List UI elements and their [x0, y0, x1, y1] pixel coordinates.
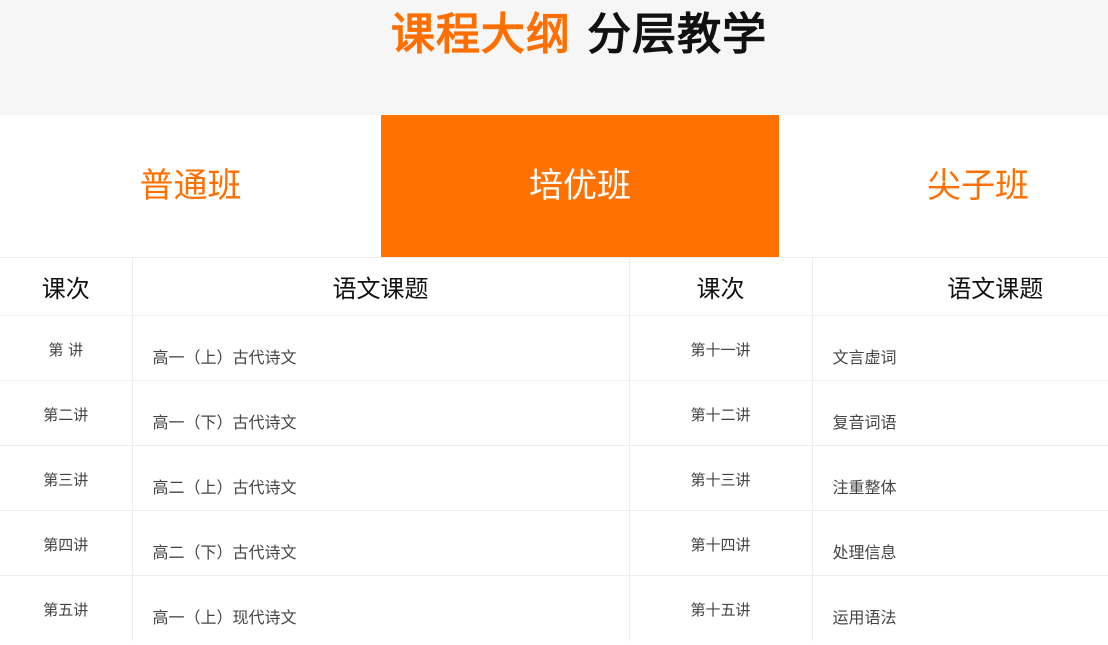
lesson-number: 第十五讲: [629, 575, 813, 641]
header-lesson: 课次: [0, 257, 133, 316]
lesson-topic: 注重整体: [812, 445, 1108, 511]
lesson-topic: 复音词语: [812, 380, 1108, 446]
tab-advanced[interactable]: 培优班: [381, 115, 779, 257]
course-table-container: 课次 语文课题 课次 语文课题 第 讲 高一（上）古代诗文 第十一讲 文言虚词 …: [0, 257, 1108, 645]
title-rest: 分层教学: [587, 9, 768, 60]
page-header: 课程大纲 分层教学: [0, 0, 1108, 115]
table-row: 第四讲 高二（下）古代诗文 第十四讲 处理信息: [0, 510, 1108, 576]
header-topic: 语文课题: [132, 257, 630, 316]
lesson-topic: 高二（上）古代诗文: [132, 445, 630, 511]
lesson-topic: 处理信息: [812, 510, 1108, 576]
lesson-number: 第十二讲: [629, 380, 813, 446]
lesson-number: 第 讲: [0, 315, 133, 381]
lesson-number: 第十一讲: [629, 315, 813, 381]
table-row: 第三讲 高二（上）古代诗文 第十三讲 注重整体: [0, 445, 1108, 511]
lesson-number: 第五讲: [0, 575, 133, 641]
page-title: 课程大纲 分层教学: [0, 6, 1108, 64]
lesson-number: 第二讲: [0, 380, 133, 446]
lesson-number: 第十四讲: [629, 510, 813, 576]
lesson-topic: 高一（上）古代诗文: [132, 315, 630, 381]
course-outline-table: 课次 语文课题 课次 语文课题 第 讲 高一（上）古代诗文 第十一讲 文言虚词 …: [0, 257, 1108, 641]
header-topic: 语文课题: [812, 257, 1108, 316]
class-level-tabs: 普通班 培优班 尖子班: [0, 115, 1108, 257]
title-accent: 课程大纲: [390, 9, 571, 60]
lesson-number: 第四讲: [0, 510, 133, 576]
table-header-row: 课次 语文课题 课次 语文课题: [0, 257, 1108, 316]
lesson-number: 第十三讲: [629, 445, 813, 511]
table-row: 第二讲 高一（下）古代诗文 第十二讲 复音词语: [0, 380, 1108, 446]
lesson-topic: 高一（下）古代诗文: [132, 380, 630, 446]
table-row: 第 讲 高一（上）古代诗文 第十一讲 文言虚词: [0, 315, 1108, 381]
header-lesson: 课次: [629, 257, 813, 316]
tab-top[interactable]: 尖子班: [779, 115, 1108, 257]
tab-regular[interactable]: 普通班: [0, 115, 381, 257]
table-row: 第五讲 高一（上）现代诗文 第十五讲 运用语法: [0, 575, 1108, 641]
lesson-topic: 高一（上）现代诗文: [132, 575, 630, 641]
lesson-topic: 运用语法: [812, 575, 1108, 641]
lesson-number: 第三讲: [0, 445, 133, 511]
lesson-topic: 高二（下）古代诗文: [132, 510, 630, 576]
lesson-topic: 文言虚词: [812, 315, 1108, 381]
